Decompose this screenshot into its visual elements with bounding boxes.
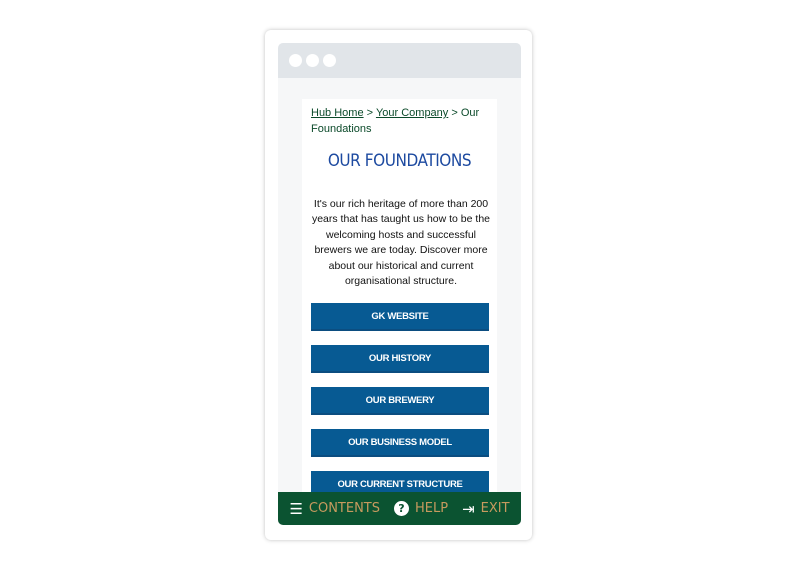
menu-icon: ☰ [289, 499, 303, 518]
help-icon: ? [394, 501, 409, 516]
title-bar [278, 43, 521, 78]
our-business-model-button[interactable]: OUR BUSINESS MODEL [311, 429, 489, 457]
window-dot [306, 54, 319, 67]
breadcrumb-separator: > [451, 107, 458, 119]
contents-button[interactable]: ☰ CONTENTS [289, 500, 380, 518]
breadcrumb-hub-home[interactable]: Hub Home [311, 107, 364, 119]
breadcrumb-separator: > [366, 107, 374, 119]
breadcrumb-your-company[interactable]: Your Company [376, 107, 448, 119]
exit-icon: ⇥ [462, 499, 475, 518]
exit-button[interactable]: ⇥ EXIT [462, 500, 509, 518]
exit-label: EXIT [480, 501, 510, 516]
page-title: OUR FOUNDATIONS [327, 151, 472, 171]
intro-text: It's our rich heritage of more than 200 … [311, 198, 491, 288]
content-panel: Hub Home > Your Company > Our Foundation… [302, 99, 497, 499]
gk-website-button[interactable]: GK WEBSITE [311, 303, 489, 331]
window-dot [289, 54, 302, 67]
browser-window: Hub Home > Your Company > Our Foundation… [278, 43, 521, 525]
help-label: HELP [415, 501, 449, 516]
window-dot [323, 54, 336, 67]
our-brewery-button[interactable]: OUR BREWERY [311, 387, 489, 415]
breadcrumb: Hub Home > Your Company > Our Foundation… [311, 105, 491, 137]
contents-label: CONTENTS [308, 501, 380, 516]
footer-bar: ☰ CONTENTS ? HELP ⇥ EXIT [278, 492, 521, 525]
help-button[interactable]: ? HELP [394, 501, 448, 516]
our-history-button[interactable]: OUR HISTORY [311, 345, 489, 373]
